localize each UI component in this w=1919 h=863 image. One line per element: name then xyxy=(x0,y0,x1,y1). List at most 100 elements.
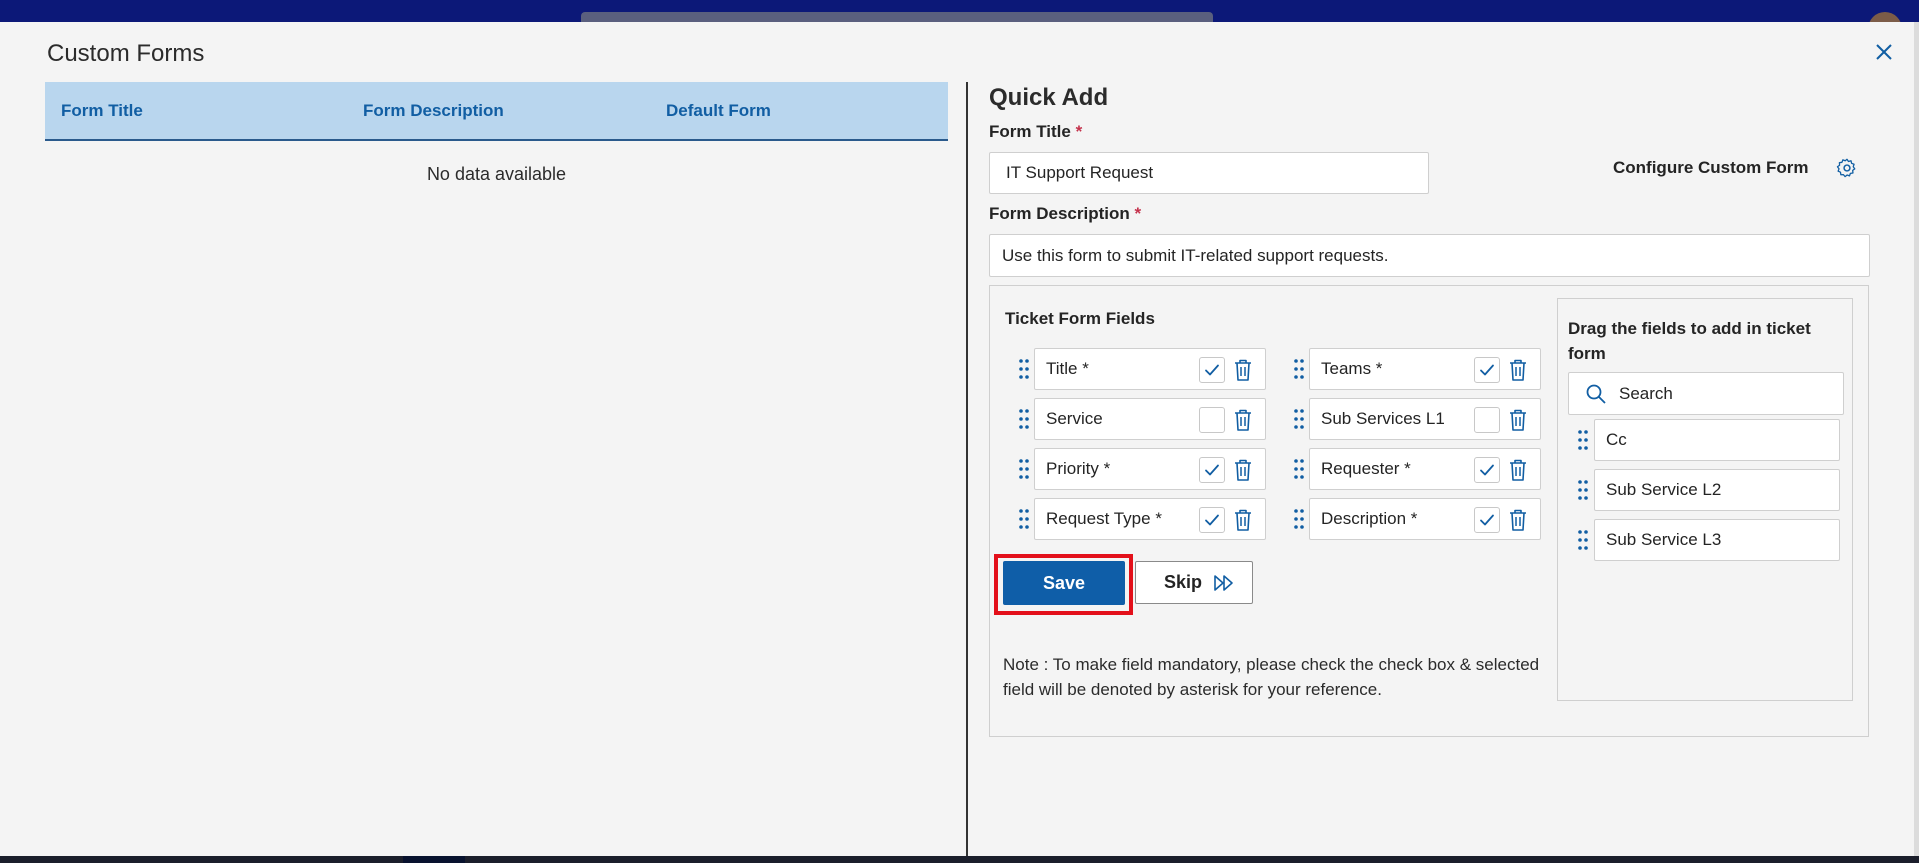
drag-handle-icon[interactable] xyxy=(1293,458,1305,480)
ticket-field-item[interactable]: Priority * xyxy=(1018,448,1268,490)
check-icon xyxy=(1205,364,1219,376)
column-header-default-form[interactable]: Default Form xyxy=(666,82,771,139)
ticket-field-box: Title * xyxy=(1034,348,1266,390)
ticket-field-item[interactable]: Request Type * xyxy=(1018,498,1268,540)
ticket-field-label: Priority * xyxy=(1046,459,1111,478)
drag-handle-icon[interactable] xyxy=(1293,408,1305,430)
check-icon xyxy=(1480,514,1494,526)
ticket-field-label: Request Type * xyxy=(1046,509,1162,528)
form-description-value: Use this form to submit IT-related suppo… xyxy=(1002,245,1389,265)
save-button[interactable]: Save xyxy=(1003,561,1125,605)
drag-handle-icon[interactable] xyxy=(1018,508,1030,530)
trash-icon[interactable] xyxy=(1507,458,1529,482)
drag-handle-icon[interactable] xyxy=(1577,479,1589,501)
ticket-field-box: Teams * xyxy=(1309,348,1541,390)
mandatory-checkbox[interactable] xyxy=(1474,507,1500,533)
ticket-field-label: Title * xyxy=(1046,359,1089,378)
drag-handle-icon[interactable] xyxy=(1293,358,1305,380)
trash-icon[interactable] xyxy=(1507,508,1529,532)
ticket-field-label: Requester * xyxy=(1321,459,1411,478)
available-field-item[interactable]: Cc xyxy=(1577,419,1843,461)
ticket-field-box: Sub Services L1 xyxy=(1309,398,1541,440)
trash-icon[interactable] xyxy=(1232,358,1254,382)
ticket-field-label: Description * xyxy=(1321,509,1418,528)
available-field-label: Sub Service L2 xyxy=(1606,480,1722,499)
drag-handle-icon[interactable] xyxy=(1293,508,1305,530)
drag-handle-icon[interactable] xyxy=(1018,408,1030,430)
ticket-field-item[interactable]: Teams * xyxy=(1293,348,1543,390)
available-field-box: Sub Service L3 xyxy=(1594,519,1840,561)
ticket-field-box: Request Type * xyxy=(1034,498,1266,540)
ticket-field-label: Service xyxy=(1046,409,1103,428)
drag-handle-icon[interactable] xyxy=(1577,529,1589,551)
ticket-field-item[interactable]: Requester * xyxy=(1293,448,1543,490)
app-top-bar xyxy=(0,0,1919,36)
mandatory-checkbox[interactable] xyxy=(1199,357,1225,383)
skip-label: Skip xyxy=(1164,572,1203,592)
search-icon xyxy=(1586,384,1606,404)
trash-icon[interactable] xyxy=(1507,358,1529,382)
available-field-box: Cc xyxy=(1594,419,1840,461)
ticket-field-item[interactable]: Description * xyxy=(1293,498,1543,540)
taskbar-tab[interactable] xyxy=(403,856,465,863)
close-icon[interactable] xyxy=(1870,38,1898,66)
ticket-field-label: Sub Services L1 xyxy=(1321,409,1445,428)
check-icon xyxy=(1205,464,1219,476)
ticket-field-item[interactable]: Title * xyxy=(1018,348,1268,390)
ticket-field-item[interactable]: Sub Services L1 xyxy=(1293,398,1543,440)
skip-button[interactable]: Skip xyxy=(1135,561,1253,604)
empty-grid-message: No data available xyxy=(426,164,567,184)
form-title-label: Form Title * xyxy=(989,122,1082,142)
available-field-box: Sub Service L2 xyxy=(1594,469,1840,511)
drag-handle-icon[interactable] xyxy=(1018,358,1030,380)
available-fields-title: Drag the fields to add in ticket form xyxy=(1568,319,1811,363)
mandatory-checkbox[interactable] xyxy=(1199,407,1225,433)
form-description-input[interactable]: Use this form to submit IT-related suppo… xyxy=(989,234,1870,277)
column-header-form-title[interactable]: Form Title xyxy=(61,82,143,139)
mandatory-checkbox[interactable] xyxy=(1474,457,1500,483)
mandatory-checkbox[interactable] xyxy=(1199,507,1225,533)
ticket-field-box: Description * xyxy=(1309,498,1541,540)
available-field-item[interactable]: Sub Service L3 xyxy=(1577,519,1843,561)
check-icon xyxy=(1205,514,1219,526)
trash-icon[interactable] xyxy=(1232,408,1254,432)
mandatory-checkbox[interactable] xyxy=(1474,407,1500,433)
trash-icon[interactable] xyxy=(1232,458,1254,482)
mandatory-checkbox[interactable] xyxy=(1474,357,1500,383)
form-title-input[interactable]: IT Support Request xyxy=(989,152,1429,194)
field-search-box[interactable] xyxy=(1568,372,1844,415)
ticket-field-box: Requester * xyxy=(1309,448,1541,490)
forms-grid-header: Form Title Form Description Default Form xyxy=(45,82,948,141)
required-mark: * xyxy=(1075,122,1083,141)
dialog-title: Custom Forms xyxy=(47,40,205,67)
mandatory-checkbox[interactable] xyxy=(1199,457,1225,483)
fast-forward-icon xyxy=(1214,575,1233,591)
check-icon xyxy=(1480,464,1494,476)
column-header-form-description[interactable]: Form Description xyxy=(363,82,504,139)
taskbar xyxy=(0,856,1919,863)
drag-handle-icon[interactable] xyxy=(1018,458,1030,480)
form-description-label-text: Form Description xyxy=(989,204,1130,223)
available-field-item[interactable]: Sub Service L2 xyxy=(1577,469,1843,511)
trash-icon[interactable] xyxy=(1507,408,1529,432)
mandatory-field-note: Note : To make field mandatory, please c… xyxy=(1003,655,1540,699)
form-title-label-text: Form Title xyxy=(989,122,1071,141)
available-field-label: Cc xyxy=(1606,430,1627,449)
search-input[interactable] xyxy=(1617,381,1831,407)
ticket-form-fields-title: Ticket Form Fields xyxy=(1005,309,1155,328)
ticket-field-box: Service xyxy=(1034,398,1266,440)
configure-custom-form-link[interactable]: Configure Custom Form xyxy=(1613,158,1809,178)
required-mark: * xyxy=(1134,204,1142,223)
drag-handle-icon[interactable] xyxy=(1577,429,1589,451)
ticket-field-box: Priority * xyxy=(1034,448,1266,490)
gear-icon[interactable] xyxy=(1836,157,1858,179)
pane-divider xyxy=(966,82,968,856)
available-field-label: Sub Service L3 xyxy=(1606,530,1722,549)
scrollbar[interactable] xyxy=(1914,22,1919,856)
ticket-field-item[interactable]: Service xyxy=(1018,398,1268,440)
trash-icon[interactable] xyxy=(1232,508,1254,532)
form-title-value: IT Support Request xyxy=(1006,163,1154,182)
check-icon xyxy=(1480,364,1494,376)
ticket-field-label: Teams * xyxy=(1321,359,1383,378)
quick-add-heading: Quick Add xyxy=(989,84,1109,111)
